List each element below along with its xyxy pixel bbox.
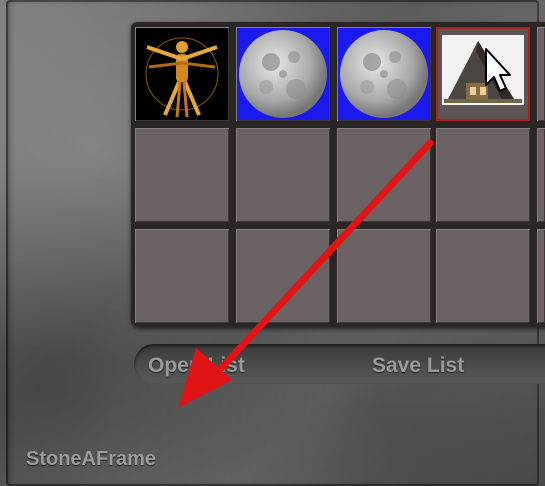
grid-cell-empty[interactable]	[337, 128, 431, 222]
moon-icon	[340, 30, 428, 118]
grid-cell-empty[interactable]	[135, 128, 229, 222]
grid-cell-empty[interactable]	[436, 128, 530, 222]
mouse-cursor-icon	[485, 48, 511, 92]
grid-cell-vitruvian-man[interactable]	[135, 27, 229, 121]
grid-cell-empty[interactable]	[135, 229, 229, 323]
grid-cell-empty[interactable]	[537, 27, 545, 121]
grid-cell-empty[interactable]	[537, 128, 545, 222]
grid-cell-moon-2[interactable]	[337, 27, 431, 121]
vitruvian-man-icon	[145, 37, 219, 118]
selected-item-label: StoneAFrame	[26, 448, 157, 470]
grid-cell-stone-a-frame[interactable]	[436, 27, 530, 121]
moon-icon	[239, 30, 327, 118]
grid-cell-empty[interactable]	[337, 229, 431, 323]
grid-cell-empty[interactable]	[236, 128, 330, 222]
grid-cell-moon-1[interactable]	[236, 27, 330, 121]
grid-cell-empty[interactable]	[236, 229, 330, 323]
grid-cell-empty[interactable]	[537, 229, 545, 323]
open-list-button[interactable]: Open List	[148, 352, 245, 380]
grid-cell-empty[interactable]	[436, 229, 530, 323]
save-list-button[interactable]: Save List	[372, 352, 464, 380]
